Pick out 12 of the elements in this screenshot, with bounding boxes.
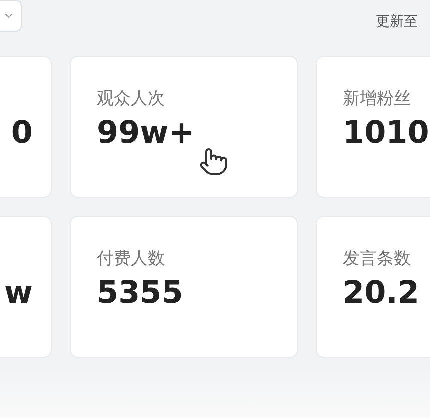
stat-label: 观众人次 xyxy=(97,91,166,108)
stat-value: 20.2 xyxy=(343,278,420,309)
dropdown[interactable] xyxy=(0,0,22,32)
stat-label: 新增粉丝 xyxy=(343,91,412,108)
stat-value: 5355 xyxy=(97,278,184,309)
stat-value: w xyxy=(4,278,33,309)
stat-label: 付费人数 xyxy=(97,251,166,268)
update-label: 更新至 xyxy=(376,13,418,32)
stat-label: 发言条数 xyxy=(343,251,412,268)
stat-value: 0 xyxy=(11,118,33,149)
stat-value: 99w+ xyxy=(97,118,196,149)
stat-value: 1010 xyxy=(343,118,430,149)
